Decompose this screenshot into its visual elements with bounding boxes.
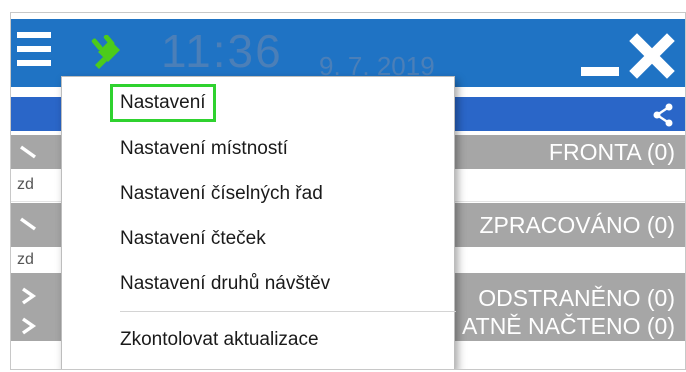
- settings-dropdown-menu: Nastavení Nastavení místností Nastavení …: [61, 76, 456, 369]
- menu-item-zkontrolovat-aktualizace[interactable]: Zkontolovat aktualizace: [112, 323, 327, 357]
- chevron-right-icon[interactable]: [19, 317, 37, 335]
- menu-item-nastaveni-ciselnych-rad[interactable]: Nastavení číselných řad: [112, 177, 331, 211]
- menu-separator: [120, 311, 456, 312]
- share-icon[interactable]: [651, 103, 675, 127]
- close-icon[interactable]: [629, 33, 675, 79]
- chevron-icon[interactable]: [19, 215, 37, 233]
- minimize-icon[interactable]: [581, 67, 619, 76]
- menu-item-nastaveni[interactable]: Nastavení: [110, 84, 216, 122]
- menu-item-nastaveni-ctecek[interactable]: Nastavení čteček: [112, 222, 274, 256]
- section-title: FRONTA (0): [548, 139, 675, 165]
- menu-item-nastaveni-druhu-navstev[interactable]: Nastavení druhů návštěv: [112, 267, 338, 301]
- app-window: 11:36 9. 7. 2019 FRONTA (0) ZPRACOVÁNO (…: [10, 12, 686, 370]
- hamburger-menu-icon[interactable]: [15, 30, 55, 70]
- plug-icon: [91, 35, 120, 69]
- clock-time: 11:36: [161, 25, 283, 77]
- filter-input[interactable]: [11, 247, 45, 273]
- chevron-right-icon[interactable]: [19, 287, 37, 305]
- section-title: ZPRACOVÁNO (0): [479, 212, 675, 238]
- section-title: ATNĚ NAČTENO (0): [462, 313, 675, 339]
- menu-item-nastaveni-mistnosti[interactable]: Nastavení místností: [112, 132, 296, 166]
- chevron-icon[interactable]: [19, 143, 37, 161]
- filter-input[interactable]: [11, 169, 45, 201]
